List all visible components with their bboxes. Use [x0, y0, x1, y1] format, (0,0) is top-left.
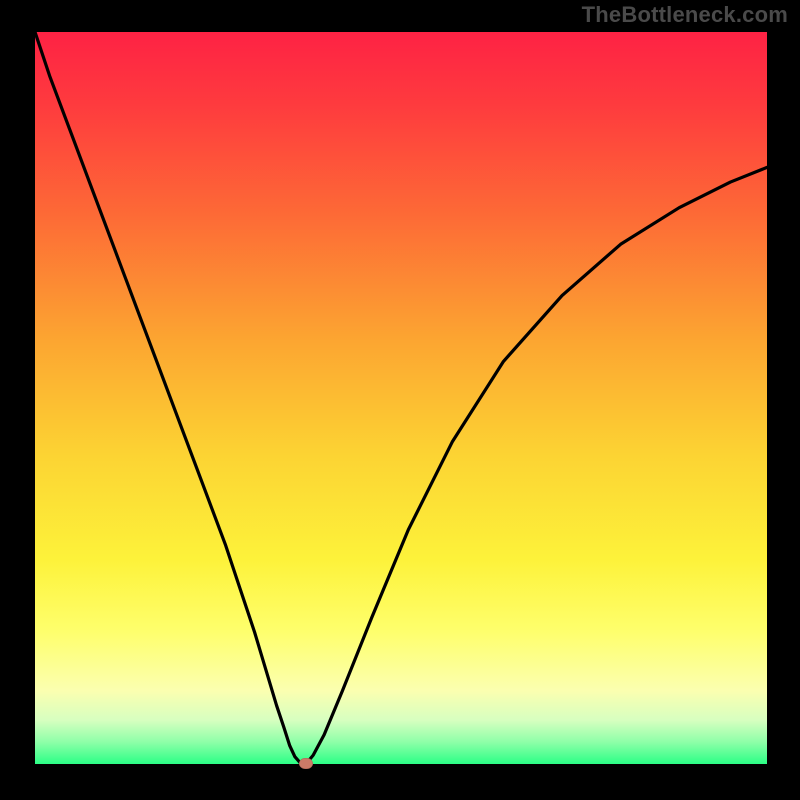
bottleneck-curve	[35, 32, 767, 764]
bottleneck-marker	[299, 758, 313, 769]
curve-svg	[35, 32, 767, 764]
watermark-text: TheBottleneck.com	[582, 2, 788, 28]
plot-area	[35, 32, 767, 764]
chart-container: TheBottleneck.com	[0, 0, 800, 800]
